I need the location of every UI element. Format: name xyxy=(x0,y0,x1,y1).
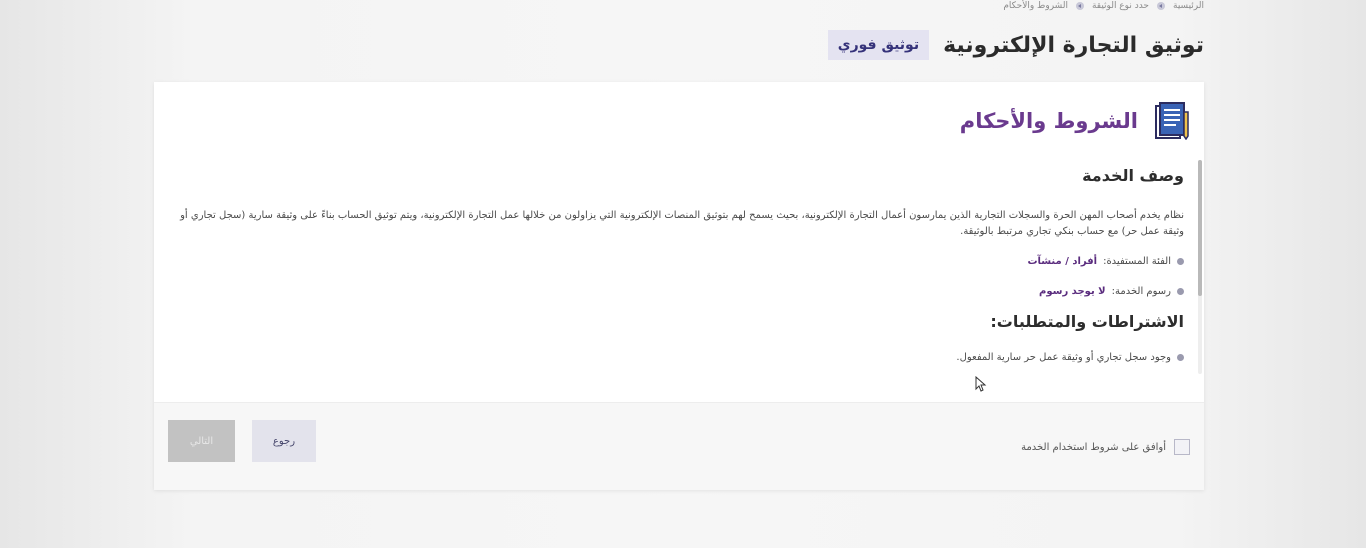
scrollbar[interactable] xyxy=(1198,160,1202,374)
back-button[interactable]: رجوع xyxy=(252,420,316,462)
next-button[interactable]: التالي xyxy=(168,420,235,462)
bullet-icon xyxy=(1177,353,1184,361)
service-description-heading: وصف الخدمة xyxy=(1082,166,1184,185)
page-header: توثيق التجارة الإلكترونية توثيق فوري xyxy=(827,30,1204,60)
terms-content[interactable]: وصف الخدمة نظام يخدم أصحاب المهن الحرة و… xyxy=(172,160,1184,374)
page-title: توثيق التجارة الإلكترونية xyxy=(943,32,1204,58)
agree-checkbox[interactable] xyxy=(1174,439,1190,455)
agree-label: أوافق على شروط استخدام الخدمة xyxy=(1021,441,1166,453)
fees-label: رسوم الخدمة: xyxy=(1111,285,1171,297)
chevron-left-icon xyxy=(1157,2,1165,10)
service-info-list: الفئة المستفيدة: أفراد / منشآت رسوم الخد… xyxy=(172,246,1184,306)
service-description-text: نظام يخدم أصحاب المهن الحرة والسجلات الت… xyxy=(180,210,1184,237)
card-title: الشروط والأحكام xyxy=(959,109,1138,133)
bullet-icon xyxy=(1177,287,1184,295)
breadcrumb-current: الشروط والأحكام xyxy=(1003,1,1068,11)
breadcrumb: الرئيسية حدد نوع الوثيقة الشروط والأحكام xyxy=(1003,0,1204,12)
beneficiary-label: الفئة المستفيدة: xyxy=(1103,255,1171,267)
terms-card: الشروط والأحكام وصف الخدمة نظام يخدم أصح… xyxy=(154,82,1204,490)
breadcrumb-select-document-type[interactable]: حدد نوع الوثيقة xyxy=(1092,0,1149,12)
requirements-list: وجود سجل تجاري أو وثيقة عمل حر سارية الم… xyxy=(172,342,1184,372)
instant-verification-badge: توثيق فوري xyxy=(827,30,930,60)
scrollbar-thumb[interactable] xyxy=(1198,160,1202,296)
chevron-left-icon xyxy=(1075,2,1084,10)
card-header: الشروط والأحكام xyxy=(960,102,1190,140)
breadcrumb-home[interactable]: الرئيسية xyxy=(1173,0,1204,12)
document-icon xyxy=(1155,102,1189,140)
beneficiary-value: أفراد / منشآت xyxy=(1027,255,1098,267)
card-footer: أوافق على شروط استخدام الخدمة رجوع التال… xyxy=(154,402,1204,490)
fees-value: لا يوجد رسوم xyxy=(1039,285,1106,297)
list-item: وجود سجل تجاري أو وثيقة عمل حر سارية الم… xyxy=(172,342,1184,372)
list-item: الفئة المستفيدة: أفراد / منشآت xyxy=(172,246,1184,276)
requirement-text: وجود سجل تجاري أو وثيقة عمل حر سارية الم… xyxy=(956,351,1171,363)
agree-terms[interactable]: أوافق على شروط استخدام الخدمة xyxy=(1021,439,1190,455)
page: الرئيسية حدد نوع الوثيقة الشروط والأحكام… xyxy=(0,0,1366,548)
list-item: رسوم الخدمة: لا يوجد رسوم xyxy=(172,276,1184,306)
mouse-cursor-icon xyxy=(975,376,987,392)
bullet-icon xyxy=(1177,257,1184,265)
requirements-heading: الاشتراطات والمتطلبات: xyxy=(990,312,1184,331)
